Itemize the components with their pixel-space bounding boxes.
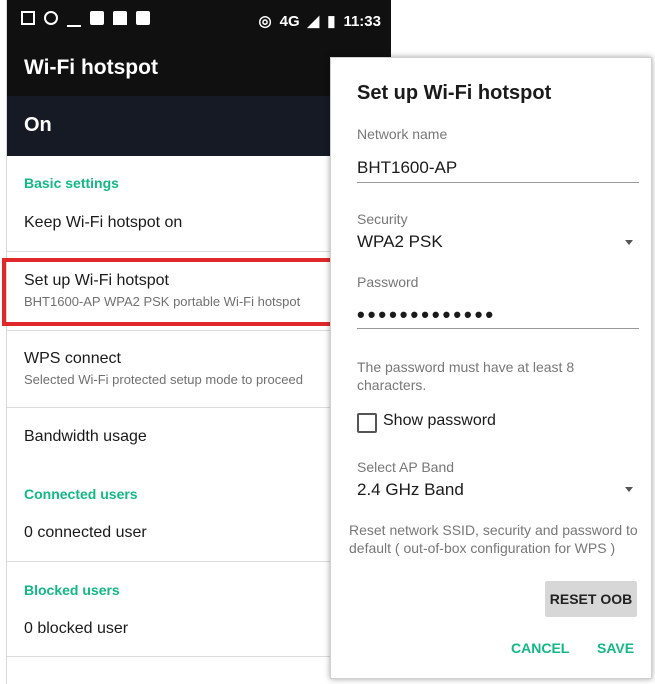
section-basic-settings: Basic settings bbox=[24, 175, 119, 191]
ap-band-select[interactable]: 2.4 GHz Band bbox=[357, 480, 639, 502]
broadcast-icon bbox=[44, 11, 58, 25]
message-icon bbox=[90, 11, 104, 25]
missed-call-icon bbox=[67, 11, 81, 27]
image-icon bbox=[21, 11, 35, 25]
cancel-button[interactable]: CANCEL bbox=[511, 640, 569, 656]
setup-hotspot-dialog: Set up Wi-Fi hotspot Network name BHT160… bbox=[330, 57, 652, 679]
status-bar: ◎ 4G ◢ ▮ 11:33 bbox=[7, 0, 391, 44]
notification-icons bbox=[21, 11, 150, 27]
show-password-label[interactable]: Show password bbox=[383, 412, 496, 430]
reset-description: Reset network SSID, security and passwor… bbox=[349, 522, 638, 556]
network-type: 4G bbox=[279, 12, 300, 30]
lock-icon bbox=[113, 11, 127, 25]
network-name-field[interactable]: BHT1600-AP bbox=[357, 158, 457, 178]
password-field[interactable]: ••••••••••••• bbox=[357, 302, 496, 328]
password-underline bbox=[357, 328, 639, 329]
section-blocked-users: Blocked users bbox=[24, 582, 120, 598]
chevron-down-icon[interactable] bbox=[625, 487, 633, 492]
password-label: Password bbox=[357, 274, 419, 290]
section-connected-users: Connected users bbox=[24, 486, 138, 502]
signal-icon: ◢ bbox=[307, 13, 320, 30]
battery-icon: ▮ bbox=[327, 13, 336, 30]
ap-band-label: Select AP Band bbox=[357, 459, 455, 475]
security-select[interactable]: WPA2 PSK bbox=[357, 232, 639, 254]
save-button[interactable]: SAVE bbox=[597, 640, 634, 656]
password-hint: The password must have at least 8 charac… bbox=[357, 359, 575, 393]
security-value: WPA2 PSK bbox=[357, 232, 443, 251]
chevron-down-icon[interactable] bbox=[625, 240, 633, 245]
ap-band-value: 2.4 GHz Band bbox=[357, 480, 464, 499]
hotspot-icon: ◎ bbox=[258, 13, 272, 30]
security-label: Security bbox=[357, 211, 408, 227]
reset-oob-button[interactable]: RESET OOB bbox=[545, 581, 637, 617]
highlight-box bbox=[2, 258, 386, 326]
network-name-underline bbox=[357, 182, 639, 183]
system-icons: ◎ 4G ◢ ▮ 11:33 bbox=[258, 12, 381, 31]
toggle-label: On bbox=[24, 114, 52, 136]
network-name-label: Network name bbox=[357, 126, 448, 142]
sdcard-icon bbox=[136, 11, 150, 25]
dialog-title: Set up Wi-Fi hotspot bbox=[357, 82, 552, 104]
clock: 11:33 bbox=[343, 12, 381, 30]
page-title: Wi-Fi hotspot bbox=[24, 56, 158, 79]
show-password-checkbox[interactable] bbox=[357, 413, 377, 433]
